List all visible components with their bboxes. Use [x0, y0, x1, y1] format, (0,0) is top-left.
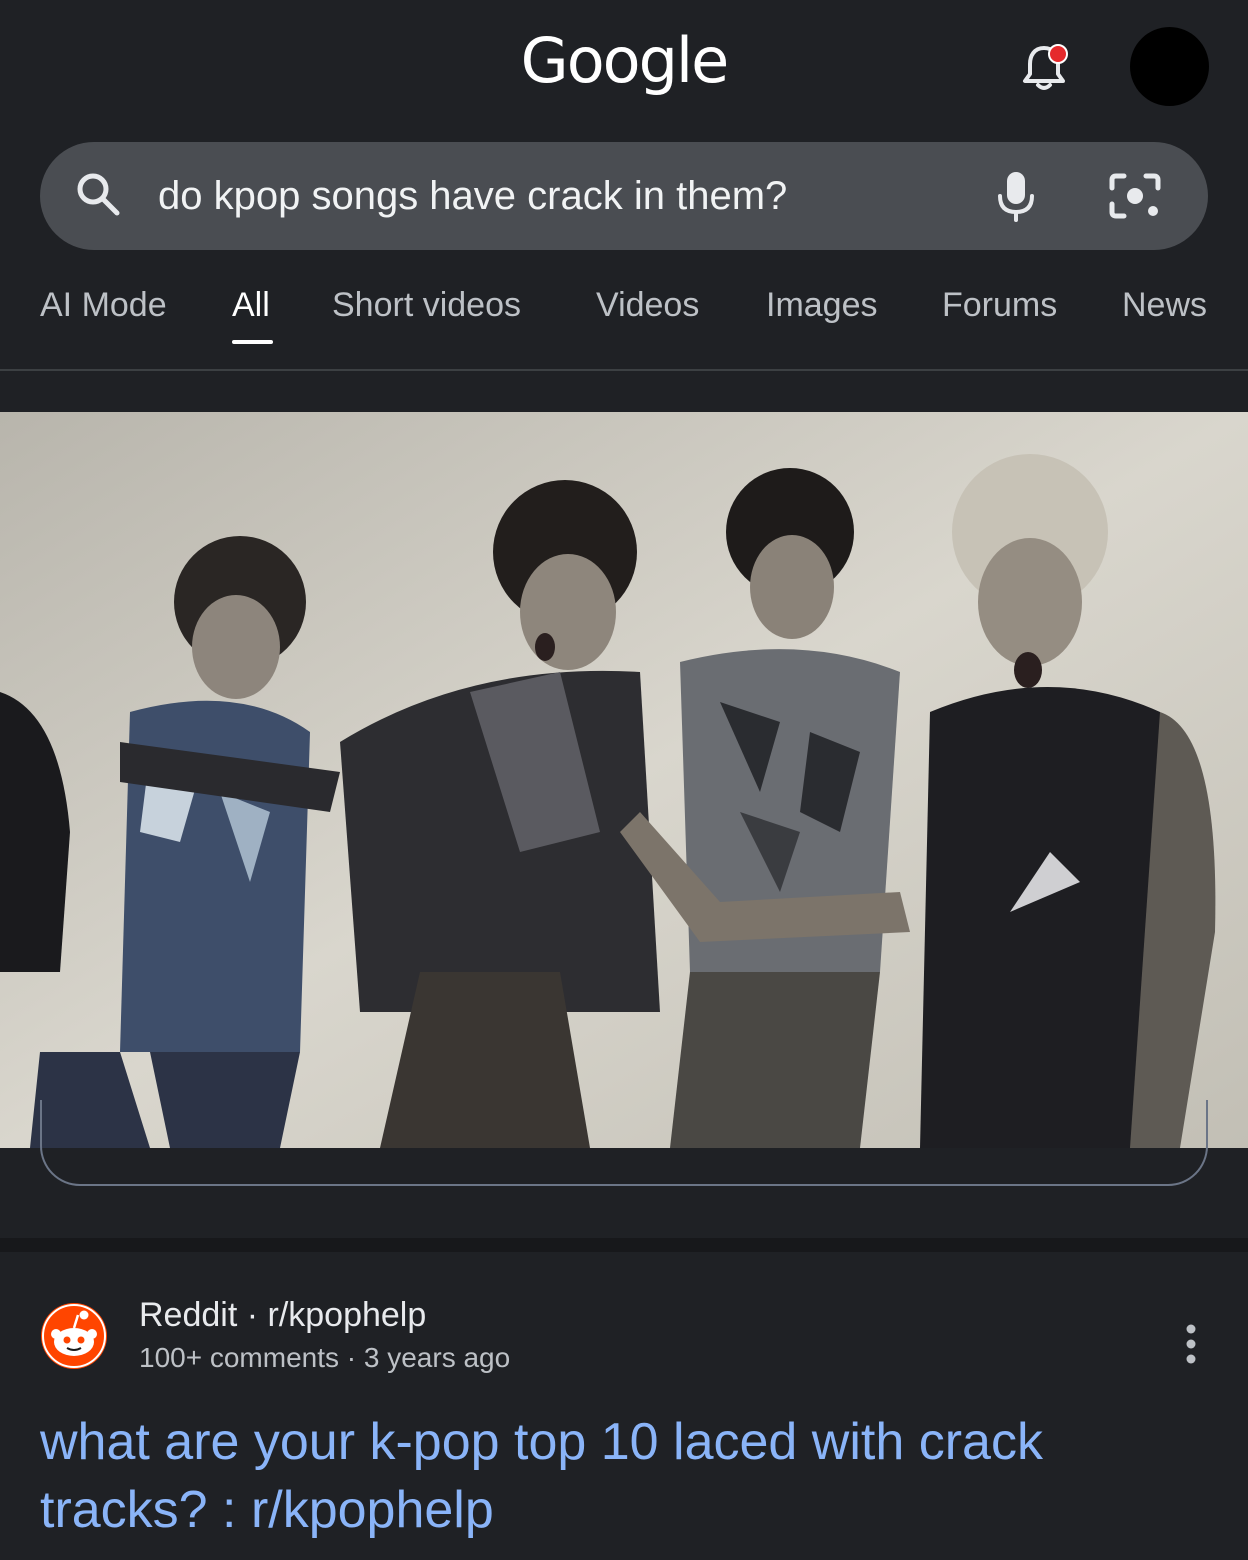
google-search-results-page: Google AI Mode All Short videos Videos I…: [0, 0, 1248, 1560]
tab-videos[interactable]: Videos: [596, 286, 699, 325]
camera-lens-icon[interactable]: [1106, 168, 1164, 224]
section-divider: [0, 1238, 1248, 1252]
video-thumbnail[interactable]: [0, 412, 1248, 1148]
card-border: [40, 1100, 1208, 1186]
header: Google: [0, 0, 1248, 130]
search-icon[interactable]: [74, 170, 122, 218]
more-vert-icon[interactable]: [1176, 1322, 1206, 1366]
search-tabs: AI Mode All Short videos Videos Images F…: [0, 280, 1248, 370]
active-tab-indicator: [232, 340, 273, 344]
tab-news[interactable]: News: [1122, 286, 1207, 325]
result-title-link[interactable]: what are your k-pop top 10 laced with cr…: [40, 1408, 1210, 1544]
mic-icon[interactable]: [990, 168, 1042, 224]
tabs-divider: [0, 369, 1248, 371]
tab-forums[interactable]: Forums: [942, 286, 1057, 325]
tab-all[interactable]: All: [232, 286, 270, 325]
tab-short-videos[interactable]: Short videos: [332, 286, 521, 325]
tab-images[interactable]: Images: [766, 286, 878, 325]
account-avatar[interactable]: [1130, 27, 1209, 106]
kpop-group-dance-thumbnail-icon: [0, 412, 1248, 1148]
result-source[interactable]: Reddit · r/kpophelp: [139, 1296, 426, 1335]
notification-dot-icon: [1048, 44, 1068, 64]
result-meta: 100+ comments · 3 years ago: [139, 1342, 511, 1373]
reddit-icon[interactable]: [40, 1302, 108, 1370]
tab-ai-mode[interactable]: AI Mode: [40, 286, 167, 325]
search-input[interactable]: [158, 168, 958, 224]
